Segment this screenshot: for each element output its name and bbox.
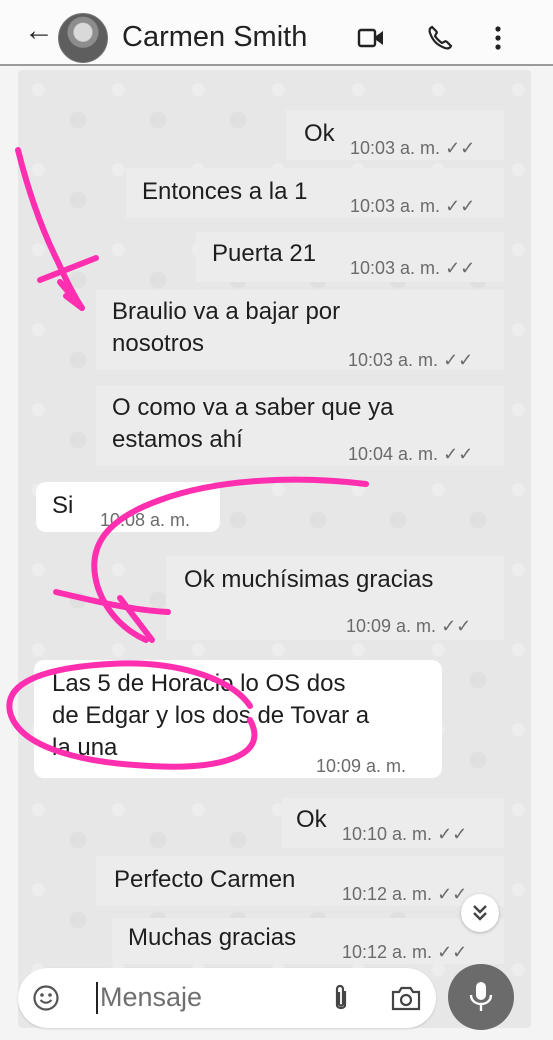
- read-ticks-icon: ✓✓: [445, 196, 476, 216]
- emoji-icon[interactable]: [32, 984, 60, 1012]
- read-ticks-icon: ✓✓: [445, 138, 476, 158]
- message-time: 10:04 a. m. ✓✓: [348, 438, 473, 470]
- time-label: 10:03 a. m.: [350, 196, 441, 216]
- message-text: Entonces a la 1: [142, 178, 308, 205]
- camera-icon[interactable]: [390, 984, 422, 1012]
- time-label: 10:09 a. m.: [316, 756, 407, 776]
- message-text: estamos ahí: [112, 426, 243, 453]
- message-bubble[interactable]: Entonces a la 1 10:03 a. m. ✓✓: [126, 168, 504, 218]
- message-bubble[interactable]: Braulio va a bajar por nosotros 10:03 a.…: [96, 290, 504, 370]
- message-text: Ok muchísimas gracias: [184, 566, 434, 593]
- message-compose-bar: Mensaje: [18, 968, 436, 1028]
- video-call-icon[interactable]: [357, 24, 385, 52]
- message-time: 10:09 a. m. ✓✓: [346, 610, 471, 642]
- text-cursor: [96, 982, 98, 1014]
- message-text: Muchas gracias: [128, 924, 297, 951]
- read-ticks-icon: ✓✓: [443, 444, 474, 464]
- message-text: Perfecto Carmen: [114, 866, 296, 893]
- message-bubble[interactable]: Si 10:08 a. m.: [36, 482, 220, 532]
- time-label: 10:09 a. m.: [346, 616, 437, 636]
- chat-header: ← Carmen Smith: [0, 0, 553, 66]
- message-time: 10:10 a. m. ✓✓: [342, 818, 467, 850]
- microphone-icon: [469, 982, 493, 1011]
- time-label: 10:03 a. m.: [350, 258, 441, 278]
- phone-icon[interactable]: [426, 24, 454, 52]
- message-bubble[interactable]: Ok 10:03 a. m. ✓✓: [286, 110, 504, 160]
- arrow-left-icon[interactable]: ←: [24, 16, 54, 46]
- message-time: 10:03 a. m. ✓✓: [350, 252, 475, 284]
- message-bubble[interactable]: Ok muchísimas gracias 10:09 a. m. ✓✓: [166, 556, 504, 640]
- message-text: la una: [52, 734, 118, 761]
- message-time: 10:09 a. m.: [316, 750, 406, 782]
- message-text: de Edgar y los dos de Tovar a: [52, 702, 370, 729]
- time-label: 10:03 a. m.: [350, 138, 441, 158]
- message-input[interactable]: Mensaje: [100, 982, 202, 1013]
- time-label: 10:12 a. m.: [342, 884, 433, 904]
- message-text: Ok: [296, 806, 327, 833]
- message-text: Puerta 21: [212, 240, 317, 267]
- contact-name[interactable]: Carmen Smith: [122, 21, 307, 54]
- message-text: Las 5 de Horacio lo OS dos: [52, 670, 346, 697]
- message-time: 10:03 a. m. ✓✓: [350, 132, 475, 164]
- read-ticks-icon: ✓✓: [443, 350, 474, 370]
- read-ticks-icon: ✓✓: [437, 942, 468, 962]
- paperclip-icon[interactable]: [330, 983, 352, 1015]
- message-time: 10:08 a. m.: [100, 504, 190, 536]
- message-text: nosotros: [112, 330, 205, 357]
- message-time: 10:03 a. m. ✓✓: [350, 190, 475, 222]
- message-time: 10:12 a. m. ✓✓: [342, 936, 467, 968]
- double-chevron-down-icon: [473, 905, 487, 921]
- message-bubble[interactable]: Ok 10:10 a. m. ✓✓: [282, 798, 504, 848]
- time-label: 10:12 a. m.: [342, 942, 433, 962]
- message-text: Si: [52, 492, 74, 519]
- message-text: Braulio va a bajar por: [112, 298, 341, 325]
- message-text: Ok: [304, 120, 335, 147]
- scroll-to-bottom-button[interactable]: [461, 894, 499, 932]
- message-bubble[interactable]: O como va a saber que ya estamos ahí 10:…: [96, 386, 504, 466]
- time-label: 10:10 a. m.: [342, 824, 433, 844]
- message-time: 10:03 a. m. ✓✓: [348, 344, 473, 376]
- message-bubble[interactable]: Puerta 21 10:03 a. m. ✓✓: [196, 232, 504, 282]
- time-label: 10:03 a. m.: [348, 350, 439, 370]
- message-bubble[interactable]: Las 5 de Horacio lo OS dos de Edgar y lo…: [34, 660, 442, 778]
- message-text: O como va a saber que ya: [112, 394, 394, 421]
- read-ticks-icon: ✓✓: [441, 616, 472, 636]
- avatar[interactable]: [58, 13, 108, 63]
- read-ticks-icon: ✓✓: [445, 258, 476, 278]
- time-label: 10:08 a. m.: [100, 510, 191, 530]
- message-bubble[interactable]: Muchas gracias 10:12 a. m. ✓✓: [112, 918, 504, 964]
- time-label: 10:04 a. m.: [348, 444, 439, 464]
- voice-message-button[interactable]: [448, 964, 514, 1030]
- message-time: 10:12 a. m. ✓✓: [342, 878, 467, 910]
- more-vert-icon[interactable]: [484, 24, 512, 52]
- message-bubble[interactable]: Perfecto Carmen 10:12 a. m. ✓✓: [96, 856, 504, 906]
- read-ticks-icon: ✓✓: [437, 824, 468, 844]
